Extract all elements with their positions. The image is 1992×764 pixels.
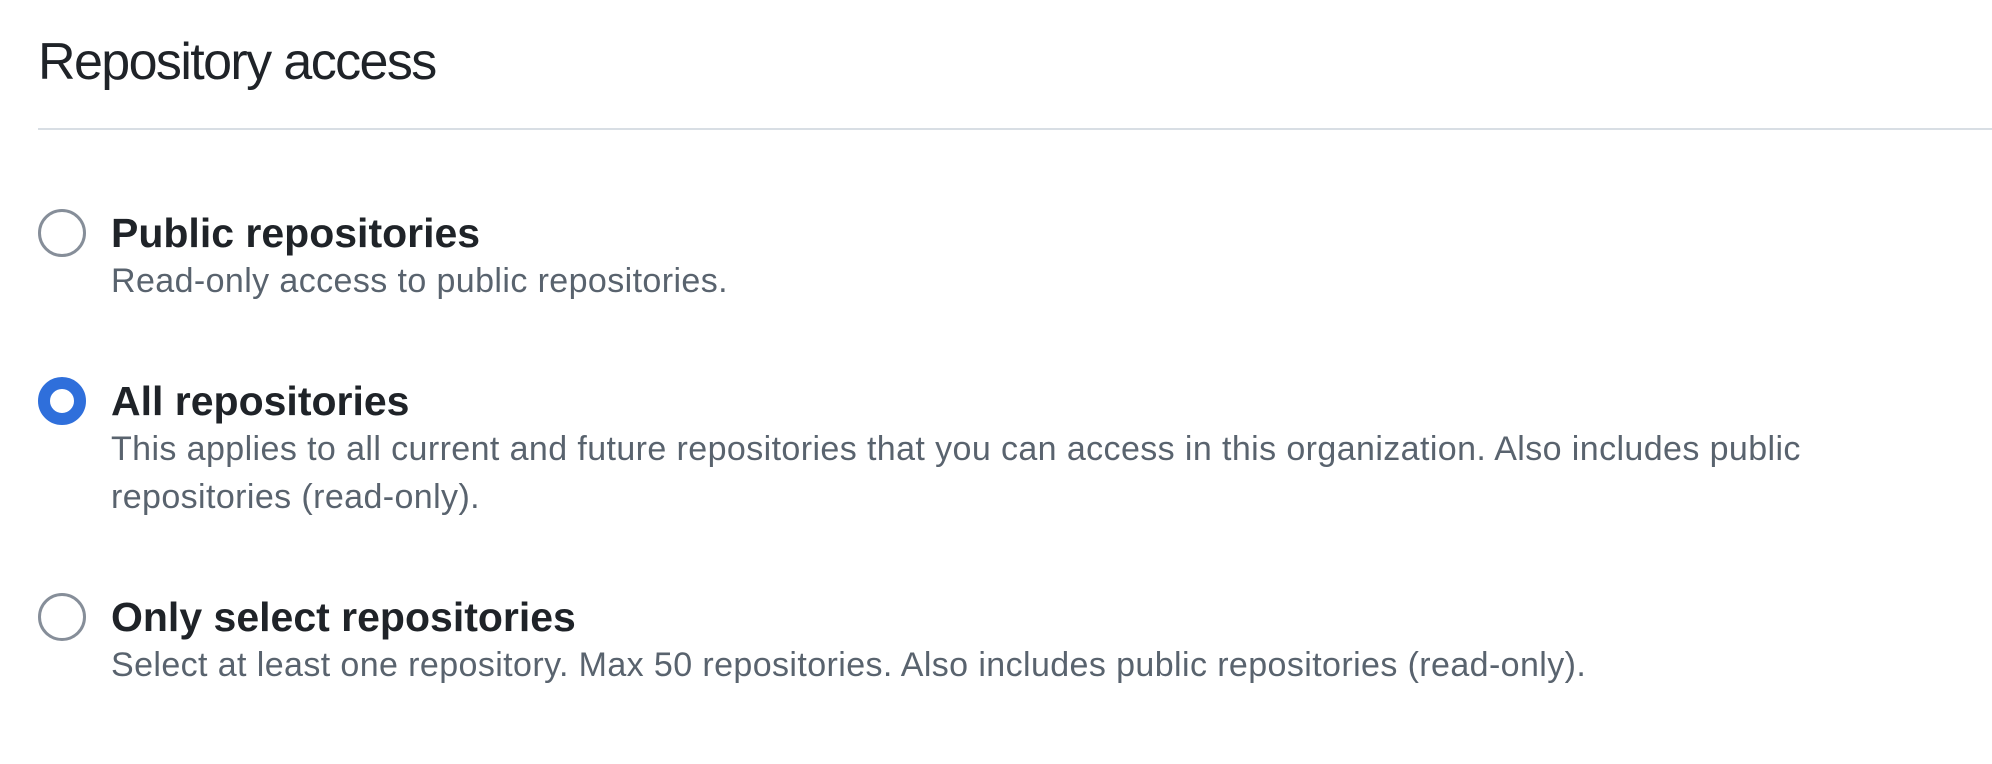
radio-public-repositories[interactable] bbox=[38, 209, 86, 257]
option-description-all-repositories: This applies to all current and future r… bbox=[111, 430, 1801, 516]
section-divider bbox=[38, 128, 1992, 130]
section-title: Repository access bbox=[38, 33, 437, 91]
option-label-only-select-repositories[interactable]: Only select repositories bbox=[111, 593, 576, 641]
option-label-public-repositories[interactable]: Public repositories bbox=[111, 209, 480, 257]
option-label-all-repositories[interactable]: All repositories bbox=[111, 377, 409, 425]
option-description-public-repositories: Read-only access to public repositories. bbox=[111, 262, 728, 300]
radio-only-select-repositories[interactable] bbox=[38, 593, 86, 641]
repository-access-section: Repository access Public repositories Re… bbox=[0, 0, 1992, 764]
radio-all-repositories[interactable] bbox=[38, 377, 86, 425]
option-description-only-select-repositories: Select at least one repository. Max 50 r… bbox=[111, 646, 1587, 684]
